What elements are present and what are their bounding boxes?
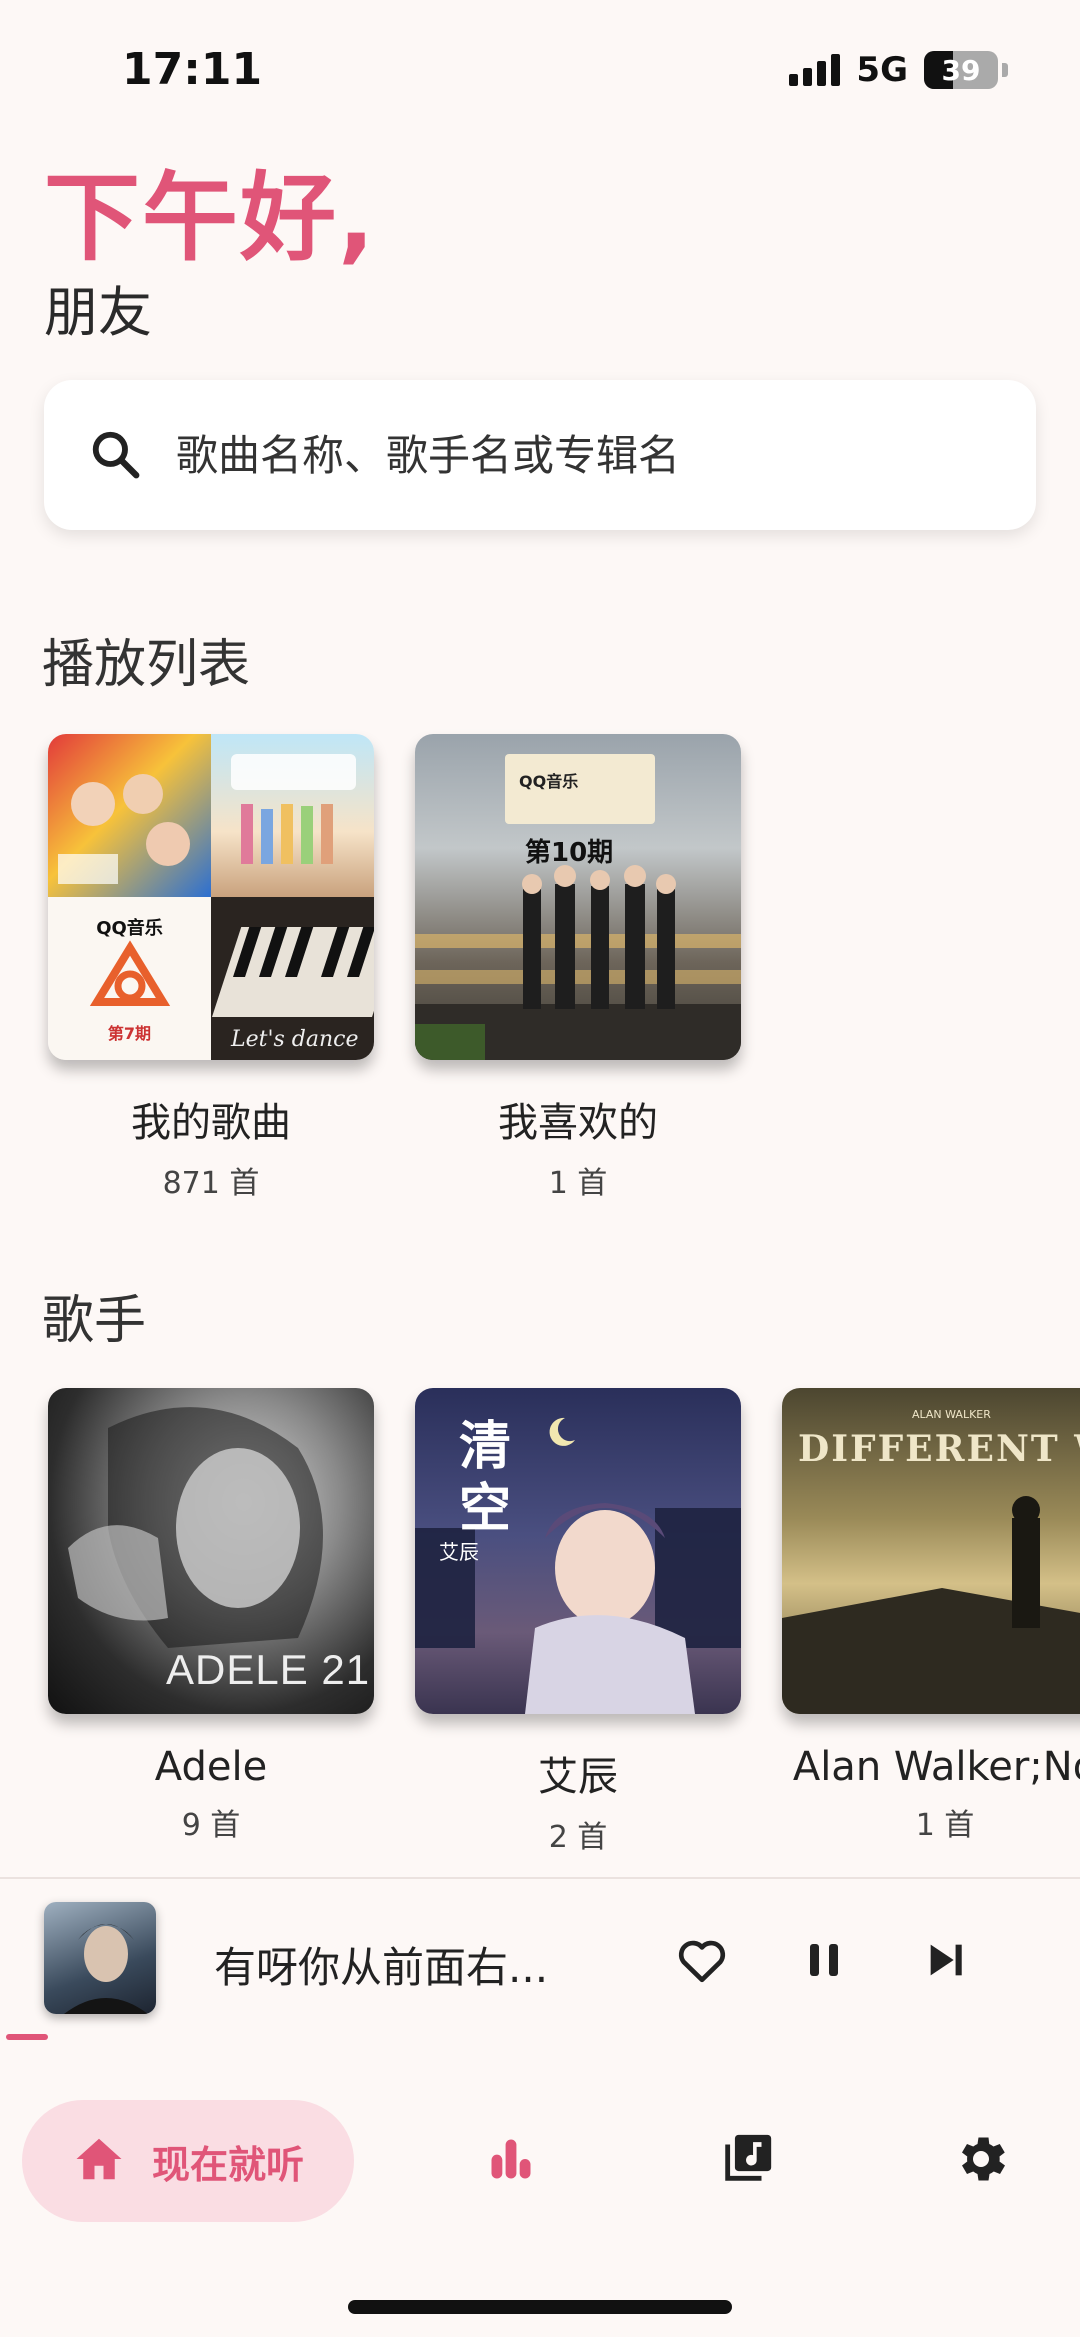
cover-tile-3: QQ音乐 第7期 [48,897,211,1060]
pause-icon [800,1936,848,1988]
artist-count: 1 首 [915,1808,975,1843]
artist-count: 2 首 [548,1820,608,1855]
battery-icon: 39 [924,51,998,89]
artist-card-alan-walker[interactable]: DIFFERENT WORLD ALAN WALKER Alan Walker;… [782,1388,1080,1844]
playlist-count: 1 首 [548,1166,608,1201]
nav-home-label: 现在就听 [152,2142,305,2187]
playlist-name: 我喜欢的 [498,1100,658,1146]
playlist-cover-favorites: QQ音乐 第10期 [415,734,741,1060]
cover-tile-4: Let's dance [211,897,374,1060]
artist-card-aichen[interactable]: 清空 艾辰 艾辰 2 首 [415,1388,741,1856]
qq-music-label: QQ音乐 [96,917,163,939]
nav-library[interactable] [686,2100,808,2222]
cover-sub: 艾辰 [439,1540,479,1564]
search-icon [84,423,148,487]
mini-player[interactable]: 有呀你从前面右... [0,1880,1080,2040]
settings-icon [951,2129,1011,2193]
lets-dance-label: Let's dance [231,1027,359,1052]
cover-text: ADELE 21 [166,1646,371,1693]
qq-music-label: QQ音乐 [519,772,579,791]
artist-count: 9 首 [181,1808,241,1843]
home-icon [72,2132,126,2190]
artist-name: Alan Walker;No [792,1744,1080,1790]
cover-text: DIFFERENT WORLD [798,1428,1080,1470]
home-indicator[interactable] [348,2300,732,2314]
playlist-card-favorites[interactable]: QQ音乐 第10期 我喜欢的 1 首 [415,734,741,1202]
artist-name: Adele [154,1744,268,1790]
section-title-playlists: 播放列表 [42,635,251,695]
like-button[interactable] [662,1922,742,2002]
signal-icon [789,54,841,86]
episode-10-label: 第10期 [525,838,614,868]
search-input[interactable] [176,430,956,480]
artist-cover-alan-walker: DIFFERENT WORLD ALAN WALKER [782,1388,1080,1714]
bottom-nav: 现在就听 [0,2090,1080,2240]
section-title-artists: 歌手 [42,1291,147,1351]
now-playing-title: 有呀你从前面右... [214,1943,549,1992]
nav-settings[interactable] [920,2100,1042,2222]
artist-cover-adele: ADELE 21 [48,1388,374,1714]
now-playing-cover[interactable] [44,1902,156,2014]
cover-sub: ALAN WALKER [912,1408,991,1421]
nav-home[interactable]: 现在就听 [22,2100,354,2222]
network-type: 5G [856,50,908,90]
cover-tile-2 [211,734,374,897]
episode-7-label: 第7期 [107,1023,152,1043]
playlist-card-my-songs[interactable]: QQ音乐 第7期 Let's dance 我的歌曲 871 首 [48,734,374,1202]
battery-tip [1002,63,1008,77]
cover-text: 清空 [458,1417,511,1540]
cover-tile-1 [48,734,211,897]
next-button[interactable] [906,1922,986,2002]
heart-icon [674,1932,730,1992]
greeting-title: 下午好, [44,162,377,274]
player-divider [0,1877,1080,1879]
artist-card-adele[interactable]: ADELE 21 Adele 9 首 [48,1388,374,1844]
status-indicators: 5G 39 [789,50,1008,90]
music-library-icon [718,2130,776,2192]
greeting-subtitle: 朋友 [44,281,152,344]
status-time: 17:11 [122,44,263,95]
playlist-cover-my-songs: QQ音乐 第7期 Let's dance [48,734,374,1060]
pause-button[interactable] [784,1922,864,2002]
artist-cover-aichen: 清空 艾辰 [415,1388,741,1714]
artist-name: 艾辰 [538,1754,618,1800]
bar-chart-icon [485,2133,537,2189]
playlist-name: 我的歌曲 [131,1100,291,1146]
nav-charts[interactable] [450,2100,572,2222]
battery-level: 39 [941,53,981,87]
playlist-count: 871 首 [162,1166,260,1201]
playback-progress[interactable] [6,2034,48,2040]
skip-next-icon [923,1937,969,1987]
search-bar[interactable] [44,380,1036,530]
status-bar: 17:11 5G 39 [0,0,1080,140]
